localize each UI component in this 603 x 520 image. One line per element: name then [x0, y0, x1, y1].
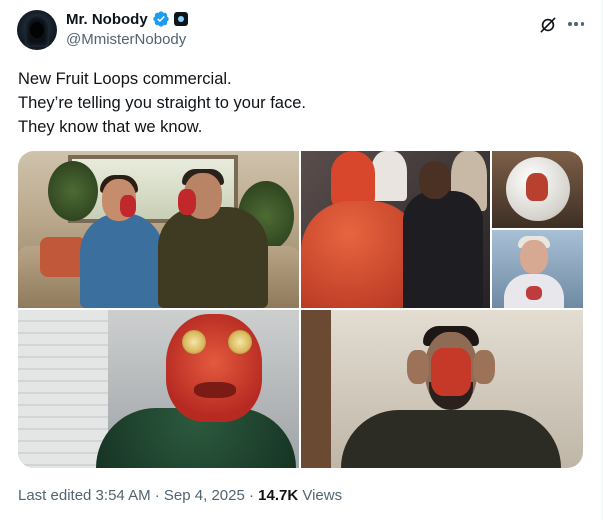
media-grid	[18, 151, 583, 468]
display-name[interactable]: Mr. Nobody	[66, 11, 148, 28]
author-handle[interactable]: @MmisterNobody	[66, 31, 186, 48]
media-image-couch[interactable]	[18, 151, 299, 308]
tweet-line: New Fruit Loops commercial.	[18, 70, 232, 88]
media-image-spectator[interactable]	[492, 230, 583, 308]
tweet-post: Mr. Nobody @MmisterNobody New Fruit Loop…	[0, 0, 603, 520]
media-image-volleyball[interactable]	[492, 151, 583, 228]
media-image-man-holding-mask[interactable]	[301, 310, 583, 468]
views-count: 14.7K	[258, 487, 299, 504]
affiliate-badge-icon[interactable]	[173, 12, 188, 26]
more-icon[interactable]	[566, 14, 586, 34]
avatar[interactable]	[17, 10, 57, 50]
verified-badge-icon	[152, 11, 169, 27]
tweet-line: They know that we know.	[18, 118, 203, 136]
media-image-red-figure[interactable]	[301, 151, 490, 308]
views-label: Views	[298, 487, 343, 504]
author-name-row[interactable]: Mr. Nobody	[66, 9, 188, 29]
grok-icon[interactable]	[538, 15, 558, 35]
edited-timestamp[interactable]: Last edited 3:54 AM · Sep 4, 2025 ·	[18, 487, 258, 504]
tweet-line: They’re telling you straight to your fac…	[18, 94, 306, 112]
media-image-mask-closeup[interactable]	[18, 310, 299, 468]
tweet-meta: Last edited 3:54 AM · Sep 4, 2025 · 14.7…	[18, 487, 342, 504]
tweet-text: New Fruit Loops commercial. They’re tell…	[18, 67, 306, 139]
